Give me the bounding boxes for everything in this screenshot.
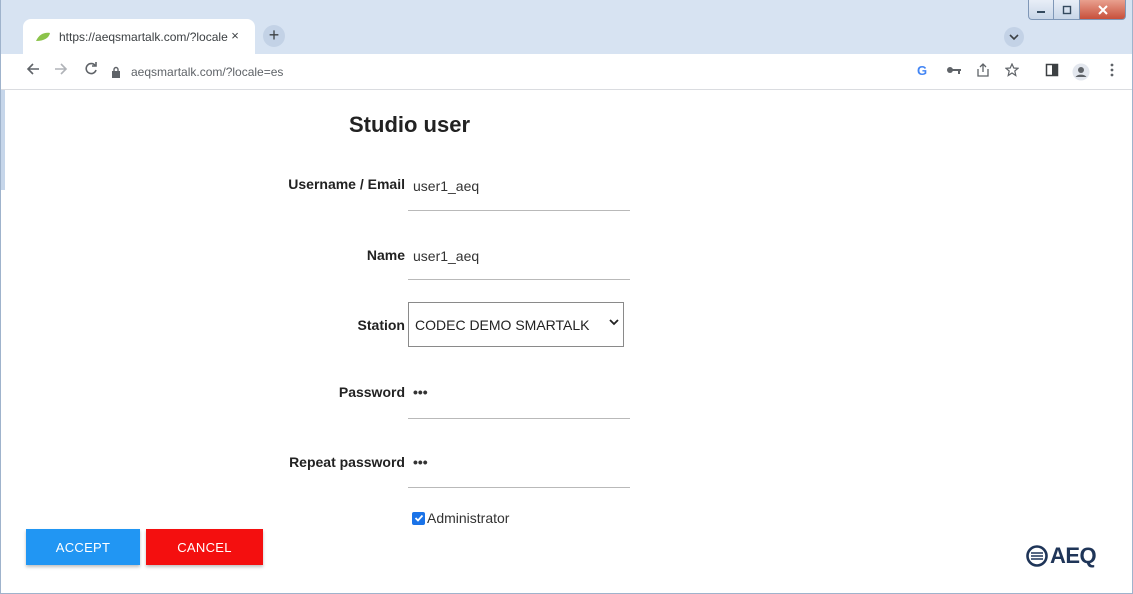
repeat-password-label: Repeat password bbox=[289, 454, 405, 470]
close-window-button[interactable] bbox=[1080, 0, 1126, 20]
page-content: Studio user Username / Email user1_aeq N… bbox=[1, 90, 1132, 594]
window-controls bbox=[1028, 0, 1126, 20]
cancel-button[interactable]: CANCEL bbox=[146, 529, 263, 565]
profile-avatar-icon[interactable] bbox=[1072, 63, 1090, 81]
lock-icon bbox=[112, 66, 120, 78]
browser-toolbar: aeqsmartalk.com/?locale=es G bbox=[1, 54, 1132, 90]
leaf-favicon-icon bbox=[36, 32, 50, 41]
arrow-left-icon bbox=[26, 63, 39, 75]
address-bar[interactable]: aeqsmartalk.com/?locale=es bbox=[111, 60, 283, 84]
name-underline bbox=[408, 279, 630, 280]
username-underline bbox=[408, 210, 630, 211]
side-panel-icon[interactable] bbox=[1043, 63, 1061, 81]
back-button[interactable] bbox=[23, 62, 43, 82]
name-field[interactable]: user1_aeq bbox=[413, 248, 479, 264]
share-icon[interactable] bbox=[974, 63, 992, 81]
browser-tab[interactable]: https://aeqsmartalk.com/?locale × bbox=[23, 19, 255, 54]
station-selected-value: CODEC DEMO SMARTALK bbox=[415, 316, 590, 333]
name-label: Name bbox=[366, 247, 405, 263]
more-menu-icon[interactable] bbox=[1103, 63, 1121, 81]
aeq-logo-text: AEQ bbox=[1050, 543, 1097, 568]
username-label: Username / Email bbox=[288, 176, 405, 192]
new-tab-button[interactable]: + bbox=[263, 25, 285, 47]
administrator-checkbox[interactable] bbox=[412, 511, 425, 525]
chevron-down-icon bbox=[1009, 34, 1019, 41]
svg-text:G: G bbox=[917, 63, 927, 77]
tab-strip: https://aeqsmartalk.com/?locale × + bbox=[1, 0, 1132, 54]
administrator-label: Administrator bbox=[427, 510, 510, 526]
station-select[interactable]: CODEC DEMO SMARTALK bbox=[408, 302, 624, 347]
close-icon bbox=[1097, 4, 1108, 15]
password-field[interactable]: ••• bbox=[413, 384, 428, 400]
arrow-right-icon bbox=[55, 63, 68, 75]
aeq-logo-icon bbox=[1026, 545, 1048, 567]
password-underline bbox=[408, 418, 630, 419]
reload-button[interactable] bbox=[81, 62, 101, 82]
chevron-down-icon bbox=[609, 319, 619, 326]
minimize-icon bbox=[1037, 10, 1045, 13]
password-key-icon[interactable] bbox=[945, 63, 963, 81]
forward-button[interactable] bbox=[51, 62, 71, 82]
checkmark-icon bbox=[414, 514, 423, 522]
repeat-password-field[interactable]: ••• bbox=[413, 454, 428, 470]
tab-search-button[interactable] bbox=[1004, 27, 1024, 47]
reload-icon bbox=[85, 62, 97, 75]
minimize-button[interactable] bbox=[1028, 0, 1054, 20]
tab-close-icon[interactable]: × bbox=[227, 28, 243, 44]
bookmark-star-icon[interactable] bbox=[1003, 62, 1021, 81]
username-field[interactable]: user1_aeq bbox=[413, 178, 479, 194]
tab-title: https://aeqsmartalk.com/?locale bbox=[59, 29, 228, 44]
accept-button[interactable]: ACCEPT bbox=[26, 529, 140, 565]
maximize-button[interactable] bbox=[1054, 0, 1080, 20]
station-label: Station bbox=[357, 317, 405, 333]
repeat-password-underline bbox=[408, 487, 630, 488]
url-text: aeqsmartalk.com/?locale=es bbox=[131, 65, 284, 79]
administrator-option[interactable]: Administrator bbox=[412, 510, 509, 526]
aeq-logo: AEQ bbox=[1026, 543, 1097, 569]
google-translate-icon[interactable]: G bbox=[914, 63, 932, 81]
password-label: Password bbox=[338, 384, 405, 400]
maximize-icon bbox=[1062, 5, 1071, 14]
page-title: Studio user bbox=[349, 112, 471, 137]
browser-window: https://aeqsmartalk.com/?locale × + aeqs… bbox=[0, 0, 1133, 594]
